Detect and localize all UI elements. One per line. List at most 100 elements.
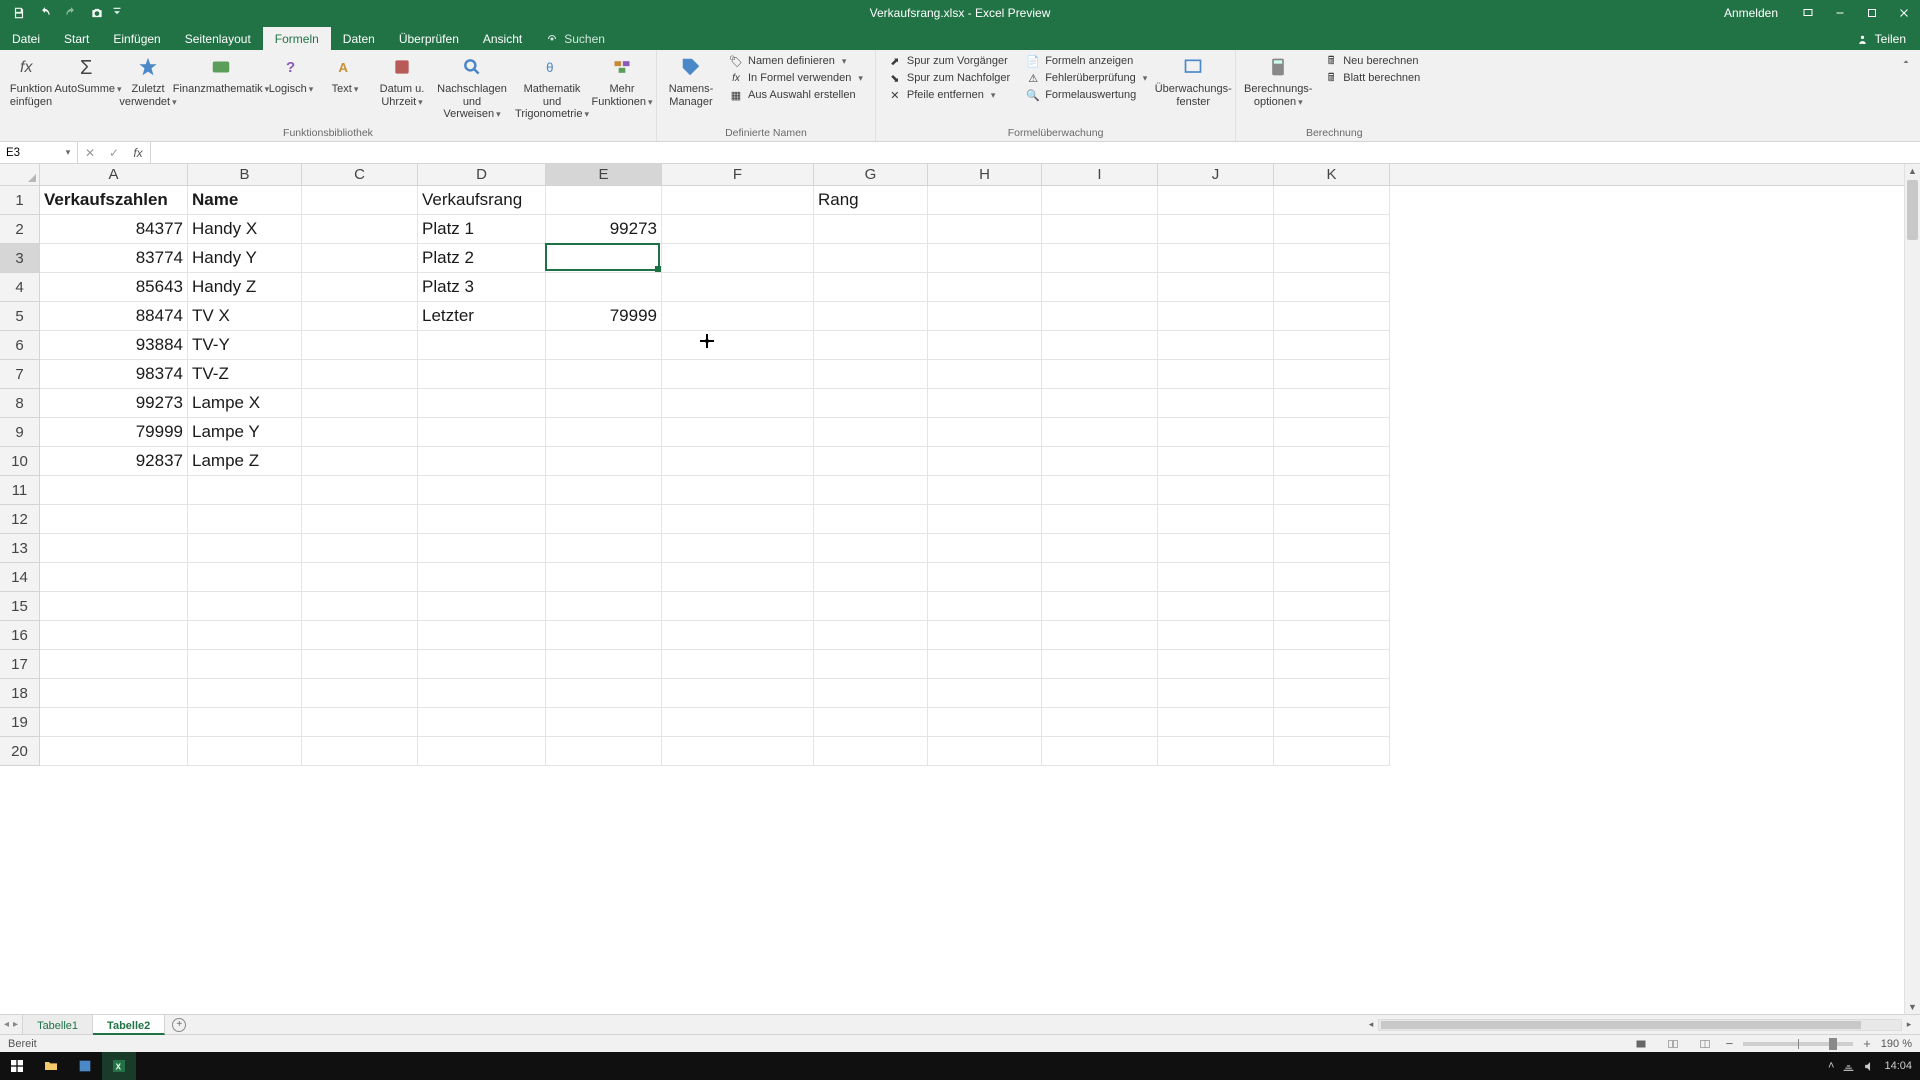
calculate-now-button[interactable]: 🖩Neu berechnen — [1320, 54, 1424, 68]
cell-A20[interactable] — [40, 737, 188, 766]
cell-G15[interactable] — [814, 592, 928, 621]
cell-K11[interactable] — [1274, 476, 1390, 505]
cell-A18[interactable] — [40, 679, 188, 708]
cell-H7[interactable] — [928, 360, 1042, 389]
row-header-10[interactable]: 10 — [0, 447, 40, 476]
row-header-16[interactable]: 16 — [0, 621, 40, 650]
cell-I15[interactable] — [1042, 592, 1158, 621]
cell-H10[interactable] — [928, 447, 1042, 476]
cell-F7[interactable] — [662, 360, 814, 389]
name-box[interactable]: ▾ — [0, 142, 78, 163]
volume-icon[interactable] — [1863, 1060, 1876, 1073]
trace-precedents-button[interactable]: ⬈Spur zum Vorgänger — [884, 54, 1014, 68]
cell-E5[interactable]: 79999 — [546, 302, 662, 331]
cell-E19[interactable] — [546, 708, 662, 737]
cell-B4[interactable]: Handy Z — [188, 273, 302, 302]
cell-I17[interactable] — [1042, 650, 1158, 679]
zoom-out-button[interactable]: − — [1726, 1036, 1734, 1051]
create-from-selection-button[interactable]: ▦Aus Auswahl erstellen — [725, 88, 867, 102]
column-header-F[interactable]: F — [662, 164, 814, 185]
cell-B8[interactable]: Lampe X — [188, 389, 302, 418]
cell-E16[interactable] — [546, 621, 662, 650]
cell-H16[interactable] — [928, 621, 1042, 650]
cell-J6[interactable] — [1158, 331, 1274, 360]
text-button[interactable]: A Text▾ — [322, 54, 368, 96]
tell-me-search[interactable]: Suchen — [534, 27, 617, 50]
remove-arrows-button[interactable]: ✕Pfeile entfernen▾ — [884, 88, 1014, 102]
column-header-E[interactable]: E — [546, 164, 662, 185]
cell-H9[interactable] — [928, 418, 1042, 447]
cell-G3[interactable] — [814, 244, 928, 273]
cell-F17[interactable] — [662, 650, 814, 679]
ribbon-display-options-button[interactable] — [1792, 0, 1824, 26]
cell-D2[interactable]: Platz 1 — [418, 215, 546, 244]
cell-K1[interactable] — [1274, 186, 1390, 215]
cell-C11[interactable] — [302, 476, 418, 505]
cell-D18[interactable] — [418, 679, 546, 708]
accept-formula-button[interactable]: ✓ — [102, 146, 126, 160]
cell-C19[interactable] — [302, 708, 418, 737]
row-header-20[interactable]: 20 — [0, 737, 40, 766]
math-button[interactable]: θ Mathematik und Trigonometrie▾ — [516, 54, 588, 121]
cell-F9[interactable] — [662, 418, 814, 447]
row-header-1[interactable]: 1 — [0, 186, 40, 215]
zoom-slider[interactable] — [1743, 1042, 1853, 1046]
calculation-options-button[interactable]: Berechnungs-optionen▾ — [1244, 54, 1312, 108]
sheet-nav-buttons[interactable]: ◂▸ — [0, 1015, 23, 1034]
row-header-6[interactable]: 6 — [0, 331, 40, 360]
zoom-in-button[interactable]: + — [1863, 1036, 1871, 1051]
tab-ansicht[interactable]: Ansicht — [471, 27, 534, 50]
namebox-dropdown-icon[interactable]: ▾ — [60, 147, 76, 158]
cell-H12[interactable] — [928, 505, 1042, 534]
cell-A10[interactable]: 92837 — [40, 447, 188, 476]
cell-E11[interactable] — [546, 476, 662, 505]
tab-file[interactable]: Datei — [0, 27, 52, 50]
cell-C3[interactable] — [302, 244, 418, 273]
redo-button[interactable] — [58, 0, 84, 26]
save-button[interactable] — [6, 0, 32, 26]
cell-K19[interactable] — [1274, 708, 1390, 737]
formula-input[interactable] — [151, 142, 1920, 163]
cell-J2[interactable] — [1158, 215, 1274, 244]
add-sheet-button[interactable]: + — [165, 1015, 193, 1034]
cell-J19[interactable] — [1158, 708, 1274, 737]
cell-G13[interactable] — [814, 534, 928, 563]
cell-J9[interactable] — [1158, 418, 1274, 447]
cell-B7[interactable]: TV-Z — [188, 360, 302, 389]
cell-K5[interactable] — [1274, 302, 1390, 331]
cell-K3[interactable] — [1274, 244, 1390, 273]
cell-G4[interactable] — [814, 273, 928, 302]
file-explorer-button[interactable] — [34, 1052, 68, 1080]
cell-E14[interactable] — [546, 563, 662, 592]
cell-H17[interactable] — [928, 650, 1042, 679]
cell-G7[interactable] — [814, 360, 928, 389]
cell-J12[interactable] — [1158, 505, 1274, 534]
cell-I9[interactable] — [1042, 418, 1158, 447]
cell-I14[interactable] — [1042, 563, 1158, 592]
cell-I18[interactable] — [1042, 679, 1158, 708]
cell-I4[interactable] — [1042, 273, 1158, 302]
use-in-formula-button[interactable]: fxIn Formel verwenden▾ — [725, 71, 867, 85]
cell-G19[interactable] — [814, 708, 928, 737]
cell-I5[interactable] — [1042, 302, 1158, 331]
cell-F18[interactable] — [662, 679, 814, 708]
cell-D3[interactable]: Platz 2 — [418, 244, 546, 273]
cell-F12[interactable] — [662, 505, 814, 534]
row-header-17[interactable]: 17 — [0, 650, 40, 679]
cell-D4[interactable]: Platz 3 — [418, 273, 546, 302]
cell-J5[interactable] — [1158, 302, 1274, 331]
maximize-button[interactable] — [1856, 0, 1888, 26]
cell-D19[interactable] — [418, 708, 546, 737]
cell-C2[interactable] — [302, 215, 418, 244]
cell-E9[interactable] — [546, 418, 662, 447]
column-header-G[interactable]: G — [814, 164, 928, 185]
cell-F4[interactable] — [662, 273, 814, 302]
hscroll-right-button[interactable]: ▸ — [1902, 1019, 1916, 1030]
error-checking-button[interactable]: ⚠Fehlerüberprüfung▾ — [1022, 71, 1151, 85]
cell-B6[interactable]: TV-Y — [188, 331, 302, 360]
cell-F1[interactable] — [662, 186, 814, 215]
cell-C20[interactable] — [302, 737, 418, 766]
cell-A6[interactable]: 93884 — [40, 331, 188, 360]
cell-G20[interactable] — [814, 737, 928, 766]
cell-G12[interactable] — [814, 505, 928, 534]
